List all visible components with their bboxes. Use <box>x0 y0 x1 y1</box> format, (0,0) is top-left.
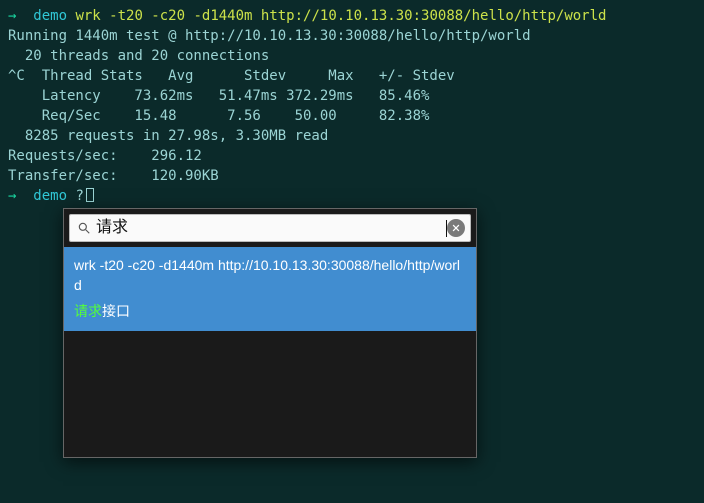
search-input-wrap[interactable]: 请求 <box>96 216 447 240</box>
output-line: ^C Thread Stats Avg Stdev Max +/- Stdev <box>8 66 696 86</box>
terminal-window[interactable]: → demo wrk -t20 -c20 -d1440m http://10.1… <box>0 0 704 212</box>
output-line: 20 threads and 20 connections <box>8 46 696 66</box>
clear-search-button[interactable] <box>447 219 465 237</box>
search-bar: 请求 <box>69 214 471 242</box>
output-line: Transfer/sec: 120.90KB <box>8 166 696 186</box>
history-search-trigger: ? <box>75 188 83 204</box>
match-highlight: 请求 <box>74 303 102 319</box>
prompt-line-1: → demo wrk -t20 -c20 -d1440m http://10.1… <box>8 6 696 26</box>
output-line: Requests/sec: 296.12 <box>8 146 696 166</box>
terminal-cursor <box>86 188 94 202</box>
result-rest: 接口 <box>102 303 130 319</box>
output-line: Running 1440m test @ http://10.10.13.30:… <box>8 26 696 46</box>
result-command: wrk -t20 -c20 -d1440m http://10.10.13.30… <box>74 255 466 295</box>
prompt-arrow: → <box>8 8 16 24</box>
history-search-popup: 请求 wrk -t20 -c20 -d1440m http://10.10.13… <box>63 208 477 458</box>
search-icon <box>76 220 92 236</box>
output-line: Latency 73.62ms 51.47ms 372.29ms 85.46% <box>8 86 696 106</box>
command-text: wrk -t20 -c20 -d1440m http://10.10.13.30… <box>75 8 606 24</box>
search-result-item[interactable]: wrk -t20 -c20 -d1440m http://10.10.13.30… <box>64 247 476 331</box>
prompt-arrow: → <box>8 188 16 204</box>
prompt-dir: demo <box>33 8 67 24</box>
prompt-dir: demo <box>33 188 67 204</box>
prompt-line-2[interactable]: → demo ? <box>8 186 696 206</box>
search-input[interactable]: 请求 <box>96 216 445 240</box>
result-description: 请求接口 <box>74 301 466 321</box>
output-line: Req/Sec 15.48 7.56 50.00 82.38% <box>8 106 696 126</box>
search-results: wrk -t20 -c20 -d1440m http://10.10.13.30… <box>64 247 476 457</box>
output-line: 8285 requests in 27.98s, 3.30MB read <box>8 126 696 146</box>
